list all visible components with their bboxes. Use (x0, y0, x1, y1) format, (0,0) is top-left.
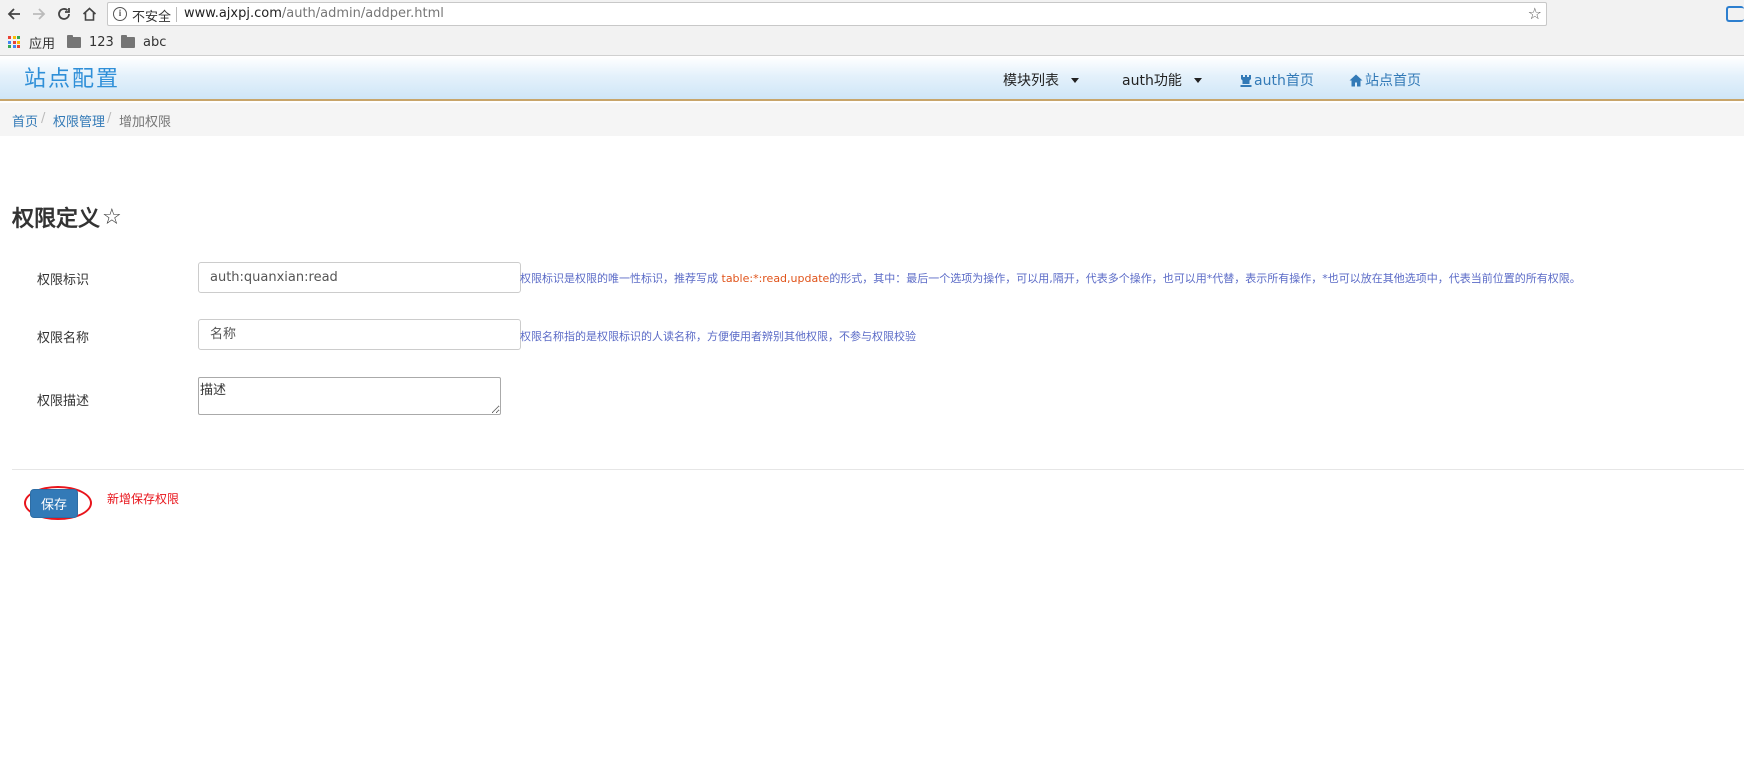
caret-down-icon (1071, 77, 1079, 83)
bookmark-apps[interactable]: 应用 (8, 33, 56, 52)
forward-button[interactable] (28, 3, 50, 25)
nav-modules-dropdown[interactable]: 模块列表 (1003, 70, 1079, 90)
bookmark-label: abc (143, 34, 167, 50)
url-host: www.ajxpj.com (184, 6, 282, 21)
forward-arrow-icon (33, 8, 46, 20)
back-arrow-icon (7, 8, 20, 20)
reload-icon (58, 8, 70, 20)
back-button[interactable] (3, 3, 25, 25)
perm-name-input[interactable]: 名称 (198, 319, 521, 350)
breadcrumb: 首页 / 权限管理 / 增加权限 (0, 103, 1744, 136)
perm-name-label: 权限名称 (37, 331, 90, 346)
folder-icon (121, 34, 135, 48)
perm-key-input[interactable]: auth:quanxian:read (198, 262, 521, 293)
nav-auth-home-link[interactable]: auth首页 (1240, 70, 1314, 90)
breadcrumb-current: 增加权限 (119, 115, 172, 130)
nav-auth-dropdown[interactable]: auth功能 (1122, 70, 1202, 90)
site-title[interactable]: 站点配置 (24, 61, 120, 93)
bookmarks-bar: 应用 123 abc (0, 28, 1744, 56)
apps-grid-icon (8, 36, 20, 48)
info-icon[interactable]: i (113, 7, 127, 21)
nav-modules-label: 模块列表 (1003, 73, 1059, 89)
save-annotation: 新增保存权限 (107, 492, 180, 506)
nav-auth-home-label: auth首页 (1254, 73, 1314, 89)
breadcrumb-separator: / (41, 111, 46, 126)
perm-key-help: 权限标识是权限的唯一性标识，推荐写成 table:*:read,update的形… (520, 270, 1581, 286)
perm-key-help-prefix: 权限标识是权限的唯一性标识，推荐写成 (520, 272, 722, 285)
breadcrumb-perm-mgmt[interactable]: 权限管理 (53, 111, 105, 130)
nav-site-home-label: 站点首页 (1365, 73, 1421, 89)
perm-name-help: 权限名称指的是权限标识的人读名称，方便使用者辨别其他权限，不参与权限校验 (520, 330, 916, 343)
browser-toolbar: i 不安全 www.ajxpj.com/auth/admin/addper.ht… (0, 0, 1744, 28)
address-bar[interactable]: i 不安全 www.ajxpj.com/auth/admin/addper.ht… (107, 2, 1547, 26)
star-outline-icon: ☆ (102, 204, 122, 230)
tower-icon (1240, 74, 1252, 87)
home-icon (82, 7, 96, 21)
breadcrumb-separator: / (107, 111, 112, 126)
form-divider (12, 469, 1744, 470)
security-label[interactable]: 不安全 (132, 6, 171, 25)
url-text[interactable]: www.ajxpj.com/auth/admin/addper.html (184, 6, 444, 21)
reload-button[interactable] (53, 3, 75, 25)
page-title-text: 权限定义 (12, 207, 101, 232)
perm-key-help-suffix: 的形式，其中：最后一个选项为操作，可以用,隔开，代表多个操作，也可以用*代替，表… (829, 272, 1581, 285)
perm-key-label: 权限标识 (37, 273, 90, 288)
breadcrumb-home[interactable]: 首页 (12, 111, 38, 130)
perm-desc-label: 权限描述 (37, 394, 90, 409)
bookmark-folder-123[interactable]: 123 (67, 33, 114, 51)
url-path: /auth/admin/addper.html (281, 6, 444, 21)
perm-desc-textarea[interactable]: 描述 (198, 377, 501, 415)
home-icon (1349, 74, 1363, 86)
nav-auth-label: auth功能 (1122, 73, 1182, 89)
perm-key-help-example: table:*:read,update (721, 272, 830, 285)
bookmark-label: 123 (89, 34, 114, 50)
nav-site-home-link[interactable]: 站点首页 (1349, 70, 1421, 90)
save-button[interactable]: 保存 (30, 489, 78, 518)
caret-down-icon (1193, 77, 1202, 83)
extension-icon[interactable] (1726, 6, 1744, 22)
page-title: 权限定义 ☆ (12, 201, 122, 233)
folder-icon (67, 34, 81, 48)
bookmark-star-icon[interactable]: ☆ (1528, 4, 1542, 23)
site-header: 站点配置 模块列表 auth功能 auth首页 站点首页 (0, 57, 1744, 101)
bookmark-label: 应用 (29, 36, 56, 52)
home-button[interactable] (78, 3, 100, 25)
bookmark-folder-abc[interactable]: abc (121, 33, 166, 51)
url-divider (176, 7, 177, 22)
